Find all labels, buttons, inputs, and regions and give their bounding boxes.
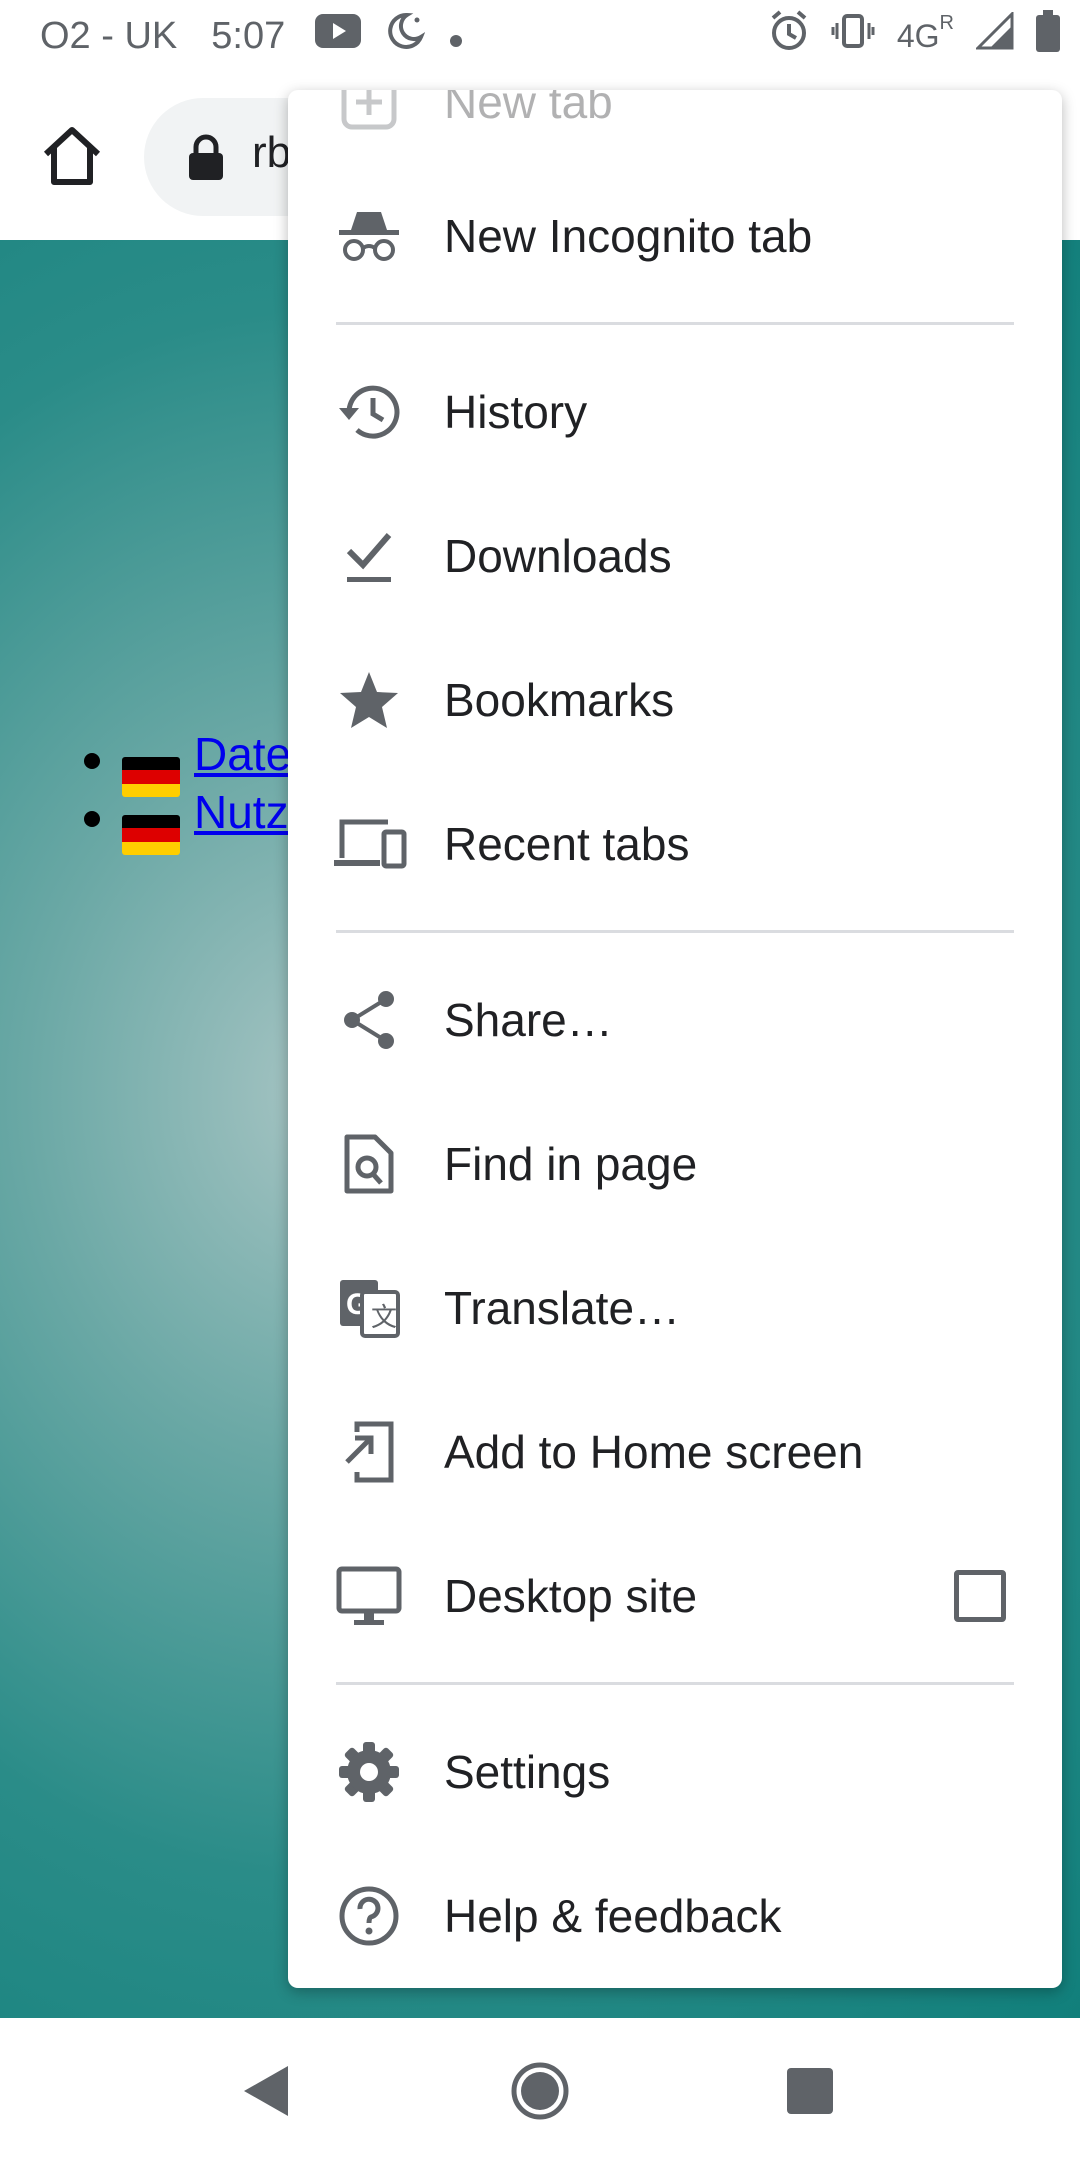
- system-navigation-bar: [0, 2018, 1080, 2160]
- recents-button[interactable]: [775, 2056, 845, 2126]
- menu-item-translate[interactable]: G文 Translate…: [288, 1236, 1062, 1380]
- network-label: 4G: [896, 17, 940, 54]
- menu-item-label: New Incognito tab: [444, 210, 813, 262]
- back-icon: [244, 2066, 288, 2116]
- bullet: [84, 811, 100, 827]
- desktop-icon: [336, 1563, 402, 1629]
- menu-item-label: Settings: [444, 1746, 611, 1798]
- menu-item-find-in-page[interactable]: Find in page: [288, 1092, 1062, 1236]
- menu-item-share[interactable]: Share…: [288, 948, 1062, 1092]
- desktop-site-checkbox[interactable]: [954, 1570, 1006, 1622]
- home-circle-icon: [511, 2062, 569, 2120]
- page-link[interactable]: Nutz: [122, 783, 289, 855]
- overflow-menu: New tab New Incognito tab History Downlo…: [288, 90, 1062, 1988]
- menu-item-desktop-site[interactable]: Desktop site: [288, 1524, 1062, 1668]
- star-icon: [336, 667, 402, 733]
- url-text[interactable]: rb: [252, 128, 291, 178]
- menu-item-downloads[interactable]: Downloads: [288, 484, 1062, 628]
- recents-icon: [787, 2068, 833, 2114]
- bedtime-icon: [385, 11, 426, 61]
- alarm-icon: [769, 10, 809, 62]
- share-icon: [336, 987, 402, 1053]
- menu-item-new-incognito-tab[interactable]: New Incognito tab: [288, 164, 1062, 308]
- battery-icon: [1036, 10, 1060, 62]
- status-bar: O2 - UK 5:07 4GR: [0, 0, 1080, 72]
- list-item: Nutz: [70, 786, 291, 855]
- link-label: Nutz: [194, 786, 289, 839]
- menu-item-bookmarks[interactable]: Bookmarks: [288, 628, 1062, 772]
- signal-icon: [974, 10, 1014, 60]
- new-tab-icon: [336, 90, 402, 135]
- menu-item-label: Recent tabs: [444, 818, 690, 870]
- menu-item-label: Translate…: [444, 1282, 681, 1334]
- menu-item-history[interactable]: History: [288, 340, 1062, 484]
- menu-item-settings[interactable]: Settings: [288, 1700, 1062, 1844]
- network-type: 4GR: [896, 12, 954, 55]
- translate-icon: G文: [336, 1275, 402, 1341]
- notification-dot-icon: [449, 15, 463, 58]
- help-icon: [336, 1883, 402, 1949]
- menu-item-label: Share…: [444, 994, 613, 1046]
- bullet: [84, 753, 100, 769]
- menu-item-label: Add to Home screen: [444, 1426, 864, 1478]
- carrier-label: O2 - UK: [40, 14, 178, 57]
- devices-icon: [332, 811, 408, 877]
- home-icon: [43, 127, 101, 185]
- menu-divider: [336, 322, 1014, 325]
- link-label: Date: [194, 728, 292, 781]
- link-list: Date Nutz: [70, 728, 291, 855]
- menu-item-label: Bookmarks: [444, 674, 675, 726]
- menu-divider: [336, 1682, 1014, 1685]
- incognito-icon: [336, 203, 402, 269]
- menu-divider: [336, 930, 1014, 933]
- history-icon: [336, 379, 402, 445]
- svg-text:文: 文: [371, 1302, 397, 1332]
- menu-item-recent-tabs[interactable]: Recent tabs: [288, 772, 1062, 916]
- clock: 5:07: [211, 14, 286, 57]
- gear-icon: [336, 1739, 402, 1805]
- menu-item-label: Desktop site: [444, 1570, 698, 1622]
- menu-item-label: Find in page: [444, 1138, 698, 1190]
- back-button[interactable]: [230, 2056, 300, 2126]
- roaming-label: R: [939, 11, 954, 34]
- home-nav-button[interactable]: [505, 2056, 575, 2126]
- menu-item-add-to-home-screen[interactable]: Add to Home screen: [288, 1380, 1062, 1524]
- menu-item-label: New tab: [444, 90, 613, 128]
- find-in-page-icon: [336, 1131, 402, 1197]
- downloads-icon: [336, 523, 402, 589]
- german-flag-icon: [122, 814, 180, 855]
- menu-item-label: Downloads: [444, 530, 672, 582]
- add-to-home-icon: [336, 1419, 402, 1485]
- vibrate-icon: [831, 13, 875, 59]
- menu-item-new-tab[interactable]: New tab: [288, 90, 1062, 174]
- lock-icon: [189, 134, 223, 180]
- youtube-icon: [315, 14, 362, 58]
- menu-item-label: Help & feedback: [444, 1890, 782, 1942]
- list-item: Date: [70, 728, 291, 797]
- menu-item-help-feedback[interactable]: Help & feedback: [288, 1844, 1062, 1988]
- menu-item-label: History: [444, 386, 588, 438]
- home-button[interactable]: [38, 122, 106, 190]
